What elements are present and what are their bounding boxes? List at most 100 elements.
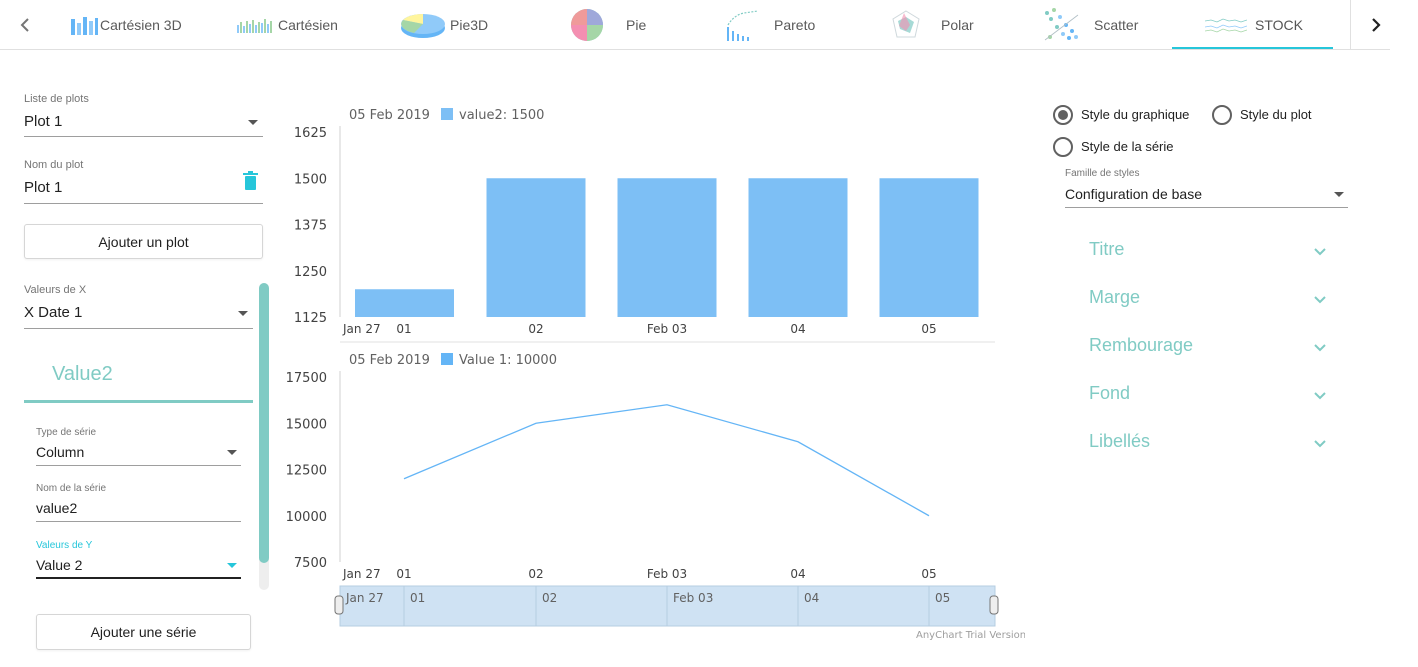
tab-label: Cartésien [278,17,338,33]
active-tab-indicator [1172,47,1333,49]
legend-swatch [441,353,453,365]
field-underline [36,465,241,466]
tab-label: Pie3D [450,17,489,33]
x-tick-label: 02 [528,567,543,581]
chart-type-tabbar: Cartésien 3D Cartésien Pie3D Pie Pareto … [0,0,1390,50]
bar [617,178,717,317]
series-name-label: Nom de la série [36,483,107,494]
bar-chart-icon [237,19,272,33]
field-underline [24,203,263,204]
tab-label: Cartésien 3D [100,17,182,33]
series-title[interactable]: Value2 [52,363,113,386]
chevron-down-icon[interactable] [1313,343,1327,353]
stock-chart[interactable]: 05 Feb 2019 value2: 1500 1625 1500 1375 1250 1… [280,95,1026,655]
tab-scatter[interactable]: Scatter [1042,0,1138,50]
field-underline [24,328,253,329]
y-tick-label: 15000 [286,417,327,432]
style-family-label: Famille de styles [1065,168,1140,179]
scatter-chart-icon [1044,8,1079,41]
chevron-down-icon[interactable] [1313,391,1327,401]
style-family-value: Configuration de base [1065,186,1202,202]
series-type-label: Type de série [36,427,97,438]
scroller-left-handle [334,595,344,615]
tab-polar[interactable]: Polar [890,0,974,50]
plot-list-label: Liste de plots [24,93,89,105]
tab-pareto[interactable]: Pareto [724,0,815,50]
x-tick-label: 01 [396,322,411,336]
line-series [403,404,930,517]
x-values-label: Valeurs de X [24,284,87,296]
x-tick-label: Feb 03 [647,322,687,336]
scroller-label: Feb 03 [673,591,713,605]
chevron-down-icon[interactable] [1313,439,1327,449]
accordion-rembourage[interactable]: Rembourage [1089,335,1193,356]
radio-chart-style[interactable] [1053,105,1073,125]
delete-plot-icon[interactable] [243,171,258,190]
legend-date: 05 Feb 2019 [349,353,430,368]
scroller-label: 04 [804,591,819,605]
scroller-label: 05 [935,591,950,605]
plot-name-label: Nom du plot [24,159,84,171]
radio-chart-style-label: Style du graphique [1081,107,1190,122]
y-tick-label: 1500 [294,172,327,187]
scroller-label: 01 [410,591,425,605]
accordion-titre[interactable]: Titre [1089,239,1124,260]
legend-swatch [441,108,453,120]
polar-chart-icon [892,10,920,38]
series-type-value: Column [36,444,85,460]
stock-chart-icon [1205,18,1247,33]
x-tick-label: Feb 03 [647,567,687,581]
tab-stock[interactable]: STOCK [1205,0,1303,50]
x-tick-label: 04 [790,322,805,336]
legend-value: value2: 1500 [459,108,544,123]
series-name-input[interactable]: value2 [36,500,77,516]
bar [486,178,586,317]
chevron-down-icon[interactable] [1313,247,1327,257]
x-tick-label: 05 [921,322,936,336]
accordion-fond[interactable]: Fond [1089,383,1130,404]
tab-pie[interactable]: Pie [570,0,646,50]
scroller-label: Jan 27 [345,591,384,605]
y-tick-label: 7500 [294,556,327,571]
radio-plot-style[interactable] [1212,105,1232,125]
tab-cartesien-3d[interactable]: Cartésien 3D [70,0,182,50]
dropdown-arrow-icon [248,120,258,125]
tabs-prev-button[interactable] [0,0,50,50]
y-values-value: Value 2 [36,557,83,573]
tab-cartesien[interactable]: Cartésien [236,0,338,50]
dropdown-arrow-icon [227,450,237,455]
add-series-button[interactable]: Ajouter une série [36,614,251,650]
field-underline [24,136,263,137]
radio-series-style[interactable] [1053,137,1073,157]
chevron-down-icon[interactable] [1313,295,1327,305]
legend-date: 05 Feb 2019 [349,108,430,123]
field-underline-focused [36,577,241,579]
x-tick-label: 02 [528,322,543,336]
dropdown-arrow-icon [227,563,237,568]
plot-list-value: Plot 1 [24,113,63,130]
scroller-label: 02 [542,591,557,605]
tabs-next-button[interactable] [1350,0,1400,50]
pie-chart-icon [571,9,603,41]
accordion-marge[interactable]: Marge [1089,287,1140,308]
x-tick-label: 05 [921,567,936,581]
y-tick-label: 1125 [294,311,327,326]
tab-label: Polar [941,17,974,33]
plot-name-input[interactable]: Plot 1 [24,179,62,196]
radio-plot-style-label: Style du plot [1240,107,1312,122]
bar [879,178,979,317]
x-tick-label: Jan 27 [342,322,381,336]
y-tick-label: 12500 [286,464,327,479]
stock-chart-svg: 05 Feb 2019 value2: 1500 1625 1500 1375 1250 1… [286,108,1026,641]
tab-pie3d[interactable]: Pie3D [400,0,488,50]
add-plot-button[interactable]: Ajouter un plot [24,224,263,259]
accordion-libelles[interactable]: Libellés [1089,431,1150,452]
y-tick-label: 10000 [286,510,327,525]
chevron-right-icon [1371,18,1381,32]
field-underline [36,521,241,522]
pareto-chart-icon [727,10,759,41]
y-values-label: Valeurs de Y [36,540,93,551]
y-tick-label: 1625 [294,126,327,141]
panel-scrollbar-thumb[interactable] [259,283,269,563]
x-values-value: X Date 1 [24,304,83,321]
